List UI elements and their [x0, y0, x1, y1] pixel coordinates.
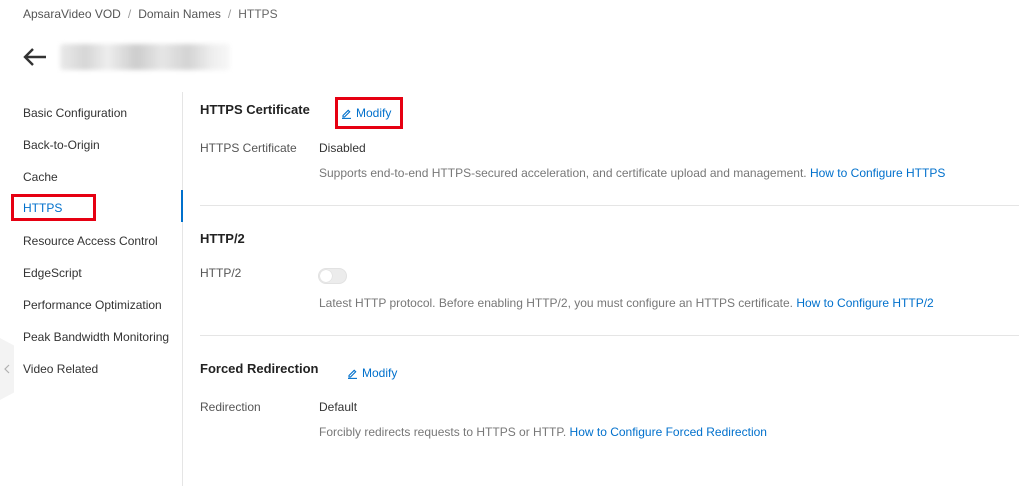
modify-label: Modify [362, 366, 398, 380]
page-header [22, 44, 230, 70]
main-content: HTTPS Certificate Modify HTTPS Certifica… [184, 92, 1019, 486]
help-link-configure-http2[interactable]: How to Configure HTTP/2 [796, 296, 933, 310]
field-label-https-certificate: HTTPS Certificate [200, 141, 297, 155]
description-https-certificate: Supports end-to-end HTTPS-secured accele… [319, 166, 945, 180]
edit-icon [348, 369, 357, 379]
section-divider [200, 335, 1019, 336]
section-title-http2: HTTP/2 [200, 231, 245, 246]
section-title-https-certificate: HTTPS Certificate [200, 102, 310, 117]
breadcrumb-item-domain-names[interactable]: Domain Names [138, 7, 221, 21]
sidebar-item-edgescript[interactable]: EdgeScript [23, 265, 82, 281]
sidebar-item-video-related[interactable]: Video Related [23, 361, 98, 377]
breadcrumb-item-https: HTTPS [238, 7, 278, 21]
arrow-left-icon[interactable] [22, 44, 48, 70]
sidebar-nav: Basic Configuration Back-to-Origin Cache… [0, 92, 183, 486]
section-divider [200, 205, 1019, 206]
help-link-configure-https[interactable]: How to Configure HTTPS [810, 166, 945, 180]
sidebar-item-resource-access-control[interactable]: Resource Access Control [23, 233, 158, 249]
sidebar-item-basic-configuration[interactable]: Basic Configuration [23, 105, 127, 121]
sidebar-collapse-handle[interactable] [0, 338, 14, 400]
domain-name-redacted [60, 44, 230, 70]
description-text: Supports end-to-end HTTPS-secured accele… [319, 166, 807, 180]
modify-forced-redirection-button[interactable]: Modify [347, 366, 397, 380]
field-label-http2: HTTP/2 [200, 266, 242, 280]
description-http2: Latest HTTP protocol. Before enabling HT… [319, 296, 934, 310]
breadcrumb-separator: / [227, 7, 232, 21]
sidebar-item-peak-bandwidth-monitoring[interactable]: Peak Bandwidth Monitoring [23, 329, 169, 345]
field-value-https-certificate: Disabled [319, 141, 366, 155]
section-title-forced-redirection: Forced Redirection [200, 361, 319, 376]
field-value-redirection: Default [319, 400, 358, 414]
breadcrumb-item-apsaravideo-vod[interactable]: ApsaraVideo VOD [23, 7, 121, 21]
sidebar-item-performance-optimization[interactable]: Performance Optimization [23, 297, 162, 313]
sidebar-item-cache[interactable]: Cache [23, 169, 58, 185]
help-link-configure-forced-redirection[interactable]: How to Configure Forced Redirection [570, 425, 767, 439]
description-text: Forcibly redirects requests to HTTPS or … [319, 425, 567, 439]
field-label-redirection: Redirection [200, 400, 261, 414]
description-forced-redirection: Forcibly redirects requests to HTTPS or … [319, 425, 767, 439]
breadcrumb: ApsaraVideo VOD / Domain Names / HTTPS [23, 7, 278, 21]
sidebar-active-indicator [181, 190, 183, 222]
sidebar-item-back-to-origin[interactable]: Back-to-Origin [23, 137, 100, 153]
toggle-knob [320, 270, 332, 282]
breadcrumb-separator: / [127, 7, 132, 21]
http2-toggle[interactable] [318, 268, 347, 284]
highlight-box-https [11, 194, 96, 221]
chevron-left-icon [4, 364, 10, 374]
description-text: Latest HTTP protocol. Before enabling HT… [319, 296, 793, 310]
highlight-box-modify [335, 97, 403, 129]
